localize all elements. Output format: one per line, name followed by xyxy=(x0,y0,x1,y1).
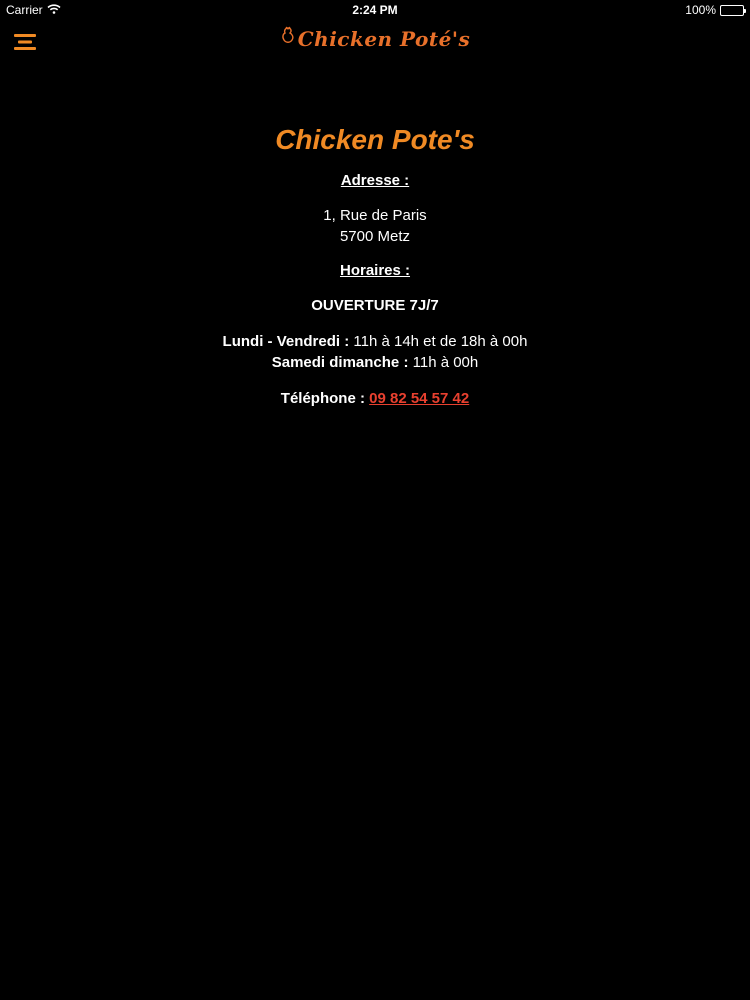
battery-percent: 100% xyxy=(685,3,716,17)
phone-label: Téléphone : xyxy=(280,390,365,407)
restaurant-name: Chicken Pote's xyxy=(275,124,475,155)
weekday-hours-row: Lundi - Vendredi : 11h à 14h et de 18h à… xyxy=(0,331,750,352)
nav-bar: Chicken Poté's xyxy=(0,20,750,64)
weekend-label: Samedi dimanche : xyxy=(271,354,409,371)
weekend-hours: 11h à 00h xyxy=(412,354,479,371)
opening-block: OUVERTURE 7J/7 xyxy=(0,295,750,316)
address-line-2: 5700 Metz xyxy=(339,228,411,245)
app-logo: Chicken Poté's xyxy=(0,26,750,51)
status-time: 2:24 PM xyxy=(352,3,398,17)
hours-heading: Horaires : xyxy=(339,262,411,279)
logo-text: Chicken Poté's xyxy=(297,26,471,51)
weekday-hours: 11h à 14h et de 18h à 00h xyxy=(353,333,528,350)
weekend-hours-row: Samedi dimanche : 11h à 00h xyxy=(0,352,750,373)
status-bar: Carrier 2:24 PM 100% xyxy=(0,0,750,20)
opening-days: OUVERTURE 7J/7 xyxy=(311,297,439,314)
restaurant-info: Chicken Pote's Adresse : 1, Rue de Paris… xyxy=(0,120,750,409)
address-line-1: 1, Rue de Paris xyxy=(323,207,427,224)
phone-link[interactable]: 09 82 54 57 42 xyxy=(369,390,469,407)
battery-icon xyxy=(720,4,746,16)
address-heading: Adresse : xyxy=(340,172,410,189)
address-block: 1, Rue de Paris 5700 Metz xyxy=(0,205,750,247)
chicken-icon xyxy=(280,26,296,51)
phone-row: Téléphone : 09 82 54 57 42 xyxy=(0,388,750,409)
status-right: 100% xyxy=(685,3,746,17)
hours-block: Lundi - Vendredi : 11h à 14h et de 18h à… xyxy=(0,331,750,373)
weekday-label: Lundi - Vendredi : xyxy=(222,333,350,350)
